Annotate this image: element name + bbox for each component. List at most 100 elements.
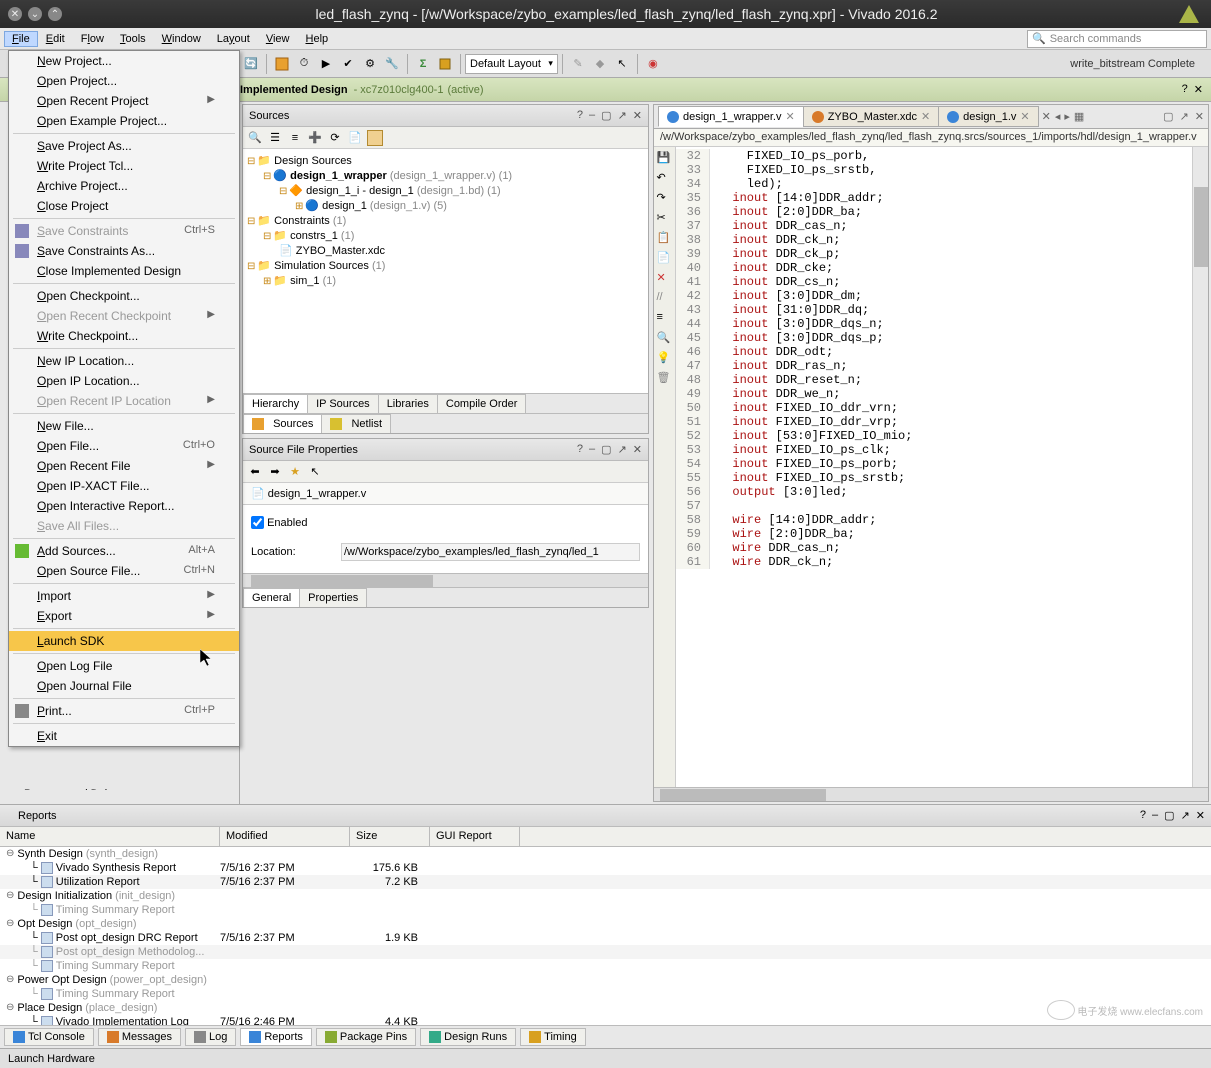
delete-icon[interactable]: ✕: [657, 271, 673, 287]
help-icon[interactable]: ?: [1140, 809, 1146, 822]
flow-program-debug[interactable]: Program and Debug: [24, 788, 123, 790]
menu-item-open-recent-ip-location[interactable]: Open Recent IP Location▶: [9, 391, 239, 411]
menu-tools[interactable]: Tools: [112, 31, 154, 47]
enabled-checkbox[interactable]: [251, 516, 264, 529]
close-icon[interactable]: ✕: [1196, 809, 1205, 822]
menu-window[interactable]: Window: [154, 31, 209, 47]
chip-icon[interactable]: [436, 55, 454, 73]
menu-item-save-constraints-as-[interactable]: Save Constraints As...: [9, 241, 239, 261]
menu-help[interactable]: Help: [298, 31, 337, 47]
tab-tcl[interactable]: Tcl Console: [4, 1028, 94, 1046]
menu-item-write-checkpoint-[interactable]: Write Checkpoint...: [9, 326, 239, 346]
forward-icon[interactable]: ➡: [267, 464, 283, 480]
star-icon[interactable]: ★: [287, 464, 303, 480]
tab-properties[interactable]: Properties: [299, 588, 367, 607]
vertical-scrollbar[interactable]: [1192, 147, 1208, 787]
report-item[interactable]: └ Timing Summary Report: [0, 987, 1211, 1001]
restore-icon[interactable]: ▢: [601, 109, 611, 122]
refresh-icon[interactable]: 🔄: [242, 55, 260, 73]
list-icon[interactable]: [367, 130, 383, 146]
restore-icon[interactable]: ▢: [1163, 110, 1173, 123]
tab-libraries[interactable]: Libraries: [378, 394, 438, 413]
report-item[interactable]: └ Timing Summary Report: [0, 903, 1211, 917]
sigma-icon[interactable]: Σ: [414, 55, 432, 73]
editor-tab[interactable]: design_1.v✕: [938, 106, 1038, 127]
bulb-icon[interactable]: 💡: [657, 351, 673, 367]
search-icon[interactable]: 🔍: [247, 130, 263, 146]
report-item[interactable]: └ Vivado Implementation Log7/5/16 2:46 P…: [0, 1015, 1211, 1025]
diamond-icon[interactable]: ◆: [591, 55, 609, 73]
restore-icon[interactable]: ▢: [601, 443, 611, 456]
horizontal-scrollbar[interactable]: [243, 573, 648, 587]
menu-item-new-project-[interactable]: New Project...: [9, 51, 239, 71]
report-item[interactable]: └ Utilization Report7/5/16 2:37 PM7.2 KB: [0, 875, 1211, 889]
menu-item-open-project-[interactable]: Open Project...: [9, 71, 239, 91]
menu-item-save-all-files-[interactable]: Save All Files...: [9, 516, 239, 536]
close-icon[interactable]: ✕: [633, 109, 642, 122]
search-input[interactable]: 🔍 Search commands: [1027, 30, 1207, 48]
menu-item-open-journal-file[interactable]: Open Journal File: [9, 676, 239, 696]
editor-tab[interactable]: design_1_wrapper.v✕: [658, 106, 804, 127]
menu-item-open-recent-project[interactable]: Open Recent Project▶: [9, 91, 239, 111]
help-icon[interactable]: ?: [1182, 83, 1188, 96]
close-icon[interactable]: ✕: [785, 110, 794, 123]
tab-general[interactable]: General: [243, 588, 300, 607]
pointer-icon[interactable]: ✎: [569, 55, 587, 73]
minimize-icon[interactable]: –: [589, 109, 595, 122]
tab-log[interactable]: Log: [185, 1028, 236, 1046]
report-group[interactable]: ⊖ Opt Design (opt_design): [0, 917, 1211, 931]
menu-item-open-recent-checkpoint[interactable]: Open Recent Checkpoint▶: [9, 306, 239, 326]
back-icon[interactable]: ⬅: [247, 464, 263, 480]
minimize-icon[interactable]: –: [589, 443, 595, 456]
tab-reports[interactable]: Reports: [240, 1028, 312, 1046]
menu-item-close-implemented-design[interactable]: Close Implemented Design: [9, 261, 239, 281]
chevron-up-icon[interactable]: ⌃: [48, 7, 62, 21]
menu-item-export[interactable]: Export▶: [9, 606, 239, 626]
report-item[interactable]: └ Post opt_design Methodolog...: [0, 945, 1211, 959]
search-icon[interactable]: 🔍: [657, 331, 673, 347]
menu-item-close-project[interactable]: Close Project: [9, 196, 239, 216]
menu-item-write-project-tcl-[interactable]: Write Project Tcl...: [9, 156, 239, 176]
tab-design-runs[interactable]: Design Runs: [420, 1028, 516, 1046]
report-group[interactable]: ⊖ Synth Design (synth_design): [0, 847, 1211, 861]
tab-ip-sources[interactable]: IP Sources: [307, 394, 379, 413]
doc-icon[interactable]: 📄: [347, 130, 363, 146]
menu-item-save-project-as-[interactable]: Save Project As...: [9, 136, 239, 156]
prev-tab-icon[interactable]: ◂: [1055, 110, 1061, 123]
format-icon[interactable]: ≡: [657, 311, 673, 327]
report-item[interactable]: └ Timing Summary Report: [0, 959, 1211, 973]
help-icon[interactable]: ?: [577, 109, 583, 122]
menu-item-open-source-file-[interactable]: Open Source File...Ctrl+N: [9, 561, 239, 581]
menu-item-open-file-[interactable]: Open File...Ctrl+O: [9, 436, 239, 456]
report-item[interactable]: └ Vivado Synthesis Report7/5/16 2:37 PM1…: [0, 861, 1211, 875]
tab-compile-order[interactable]: Compile Order: [437, 394, 527, 413]
close-icon[interactable]: ✕: [921, 110, 930, 123]
tab-netlist[interactable]: Netlist: [321, 414, 391, 433]
report-item[interactable]: └ Post opt_design DRC Report7/5/16 2:37 …: [0, 931, 1211, 945]
report-group[interactable]: ⊖ Design Initialization (init_design): [0, 889, 1211, 903]
run-icon[interactable]: [273, 55, 291, 73]
maximize-icon[interactable]: ↗: [1180, 110, 1189, 123]
menu-item-import[interactable]: Import▶: [9, 586, 239, 606]
menu-item-open-ip-xact-file-[interactable]: Open IP-XACT File...: [9, 476, 239, 496]
pointer-icon[interactable]: ↖: [307, 464, 323, 480]
sources-tree[interactable]: ⊟📁 Design Sources ⊟🔵 design_1_wrapper (d…: [243, 149, 648, 393]
tab-hierarchy[interactable]: Hierarchy: [243, 394, 308, 413]
maximize-icon[interactable]: ↗: [618, 109, 627, 122]
collapse-icon[interactable]: ≡: [287, 130, 303, 146]
help-icon[interactable]: ?: [577, 443, 583, 456]
tab-list-icon[interactable]: ▦: [1074, 110, 1084, 123]
tab-package-pins[interactable]: Package Pins: [316, 1028, 416, 1046]
editor-hscroll[interactable]: [654, 787, 1208, 801]
menu-view[interactable]: View: [258, 31, 298, 47]
comment-icon[interactable]: //: [657, 291, 673, 307]
save-icon[interactable]: 💾: [657, 151, 673, 167]
gear-icon[interactable]: ⚙: [361, 55, 379, 73]
copy-icon[interactable]: 📋: [657, 231, 673, 247]
report-group[interactable]: ⊖ Place Design (place_design): [0, 1001, 1211, 1015]
editor-tab[interactable]: ZYBO_Master.xdc✕: [803, 106, 939, 127]
maximize-icon[interactable]: ↗: [1181, 809, 1190, 822]
tab-messages[interactable]: Messages: [98, 1028, 181, 1046]
trash-icon[interactable]: 🗑: [657, 371, 673, 387]
report-group[interactable]: ⊖ Power Opt Design (power_opt_design): [0, 973, 1211, 987]
